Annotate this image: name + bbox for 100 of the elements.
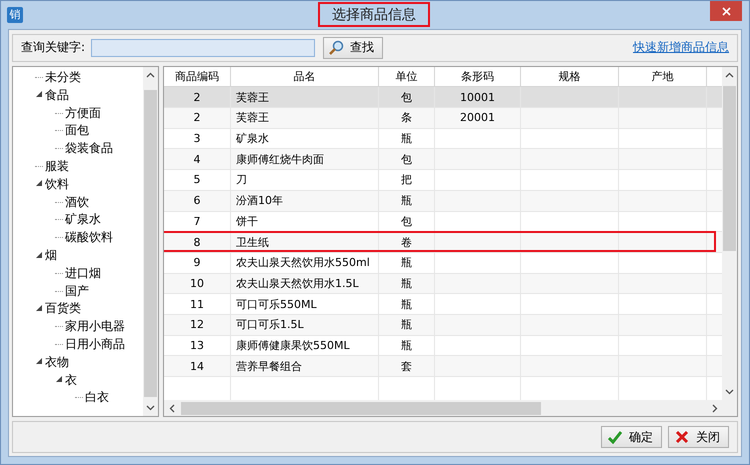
table-cell: 6 bbox=[194, 194, 200, 208]
tree-item[interactable]: 未分类 bbox=[45, 69, 81, 86]
scroll-up-icon[interactable] bbox=[146, 72, 155, 78]
table-cell: 9 bbox=[194, 256, 200, 270]
table-cell: 12 bbox=[190, 318, 204, 332]
expanded-icon[interactable] bbox=[36, 180, 42, 188]
table-cell: 饼干 bbox=[236, 214, 258, 229]
close-button[interactable] bbox=[710, 1, 742, 21]
expanded-icon[interactable] bbox=[36, 252, 42, 260]
tree-item[interactable]: 食品 bbox=[45, 86, 69, 104]
scroll-up-icon[interactable] bbox=[725, 72, 734, 78]
scroll-down-icon[interactable] bbox=[146, 404, 155, 410]
window-title: 选择商品信息 bbox=[318, 2, 430, 27]
table-cell: 7 bbox=[194, 214, 200, 228]
table-cell: 芙蓉王 bbox=[236, 110, 269, 126]
search-button[interactable]: 查找 bbox=[323, 36, 384, 59]
table-cell: 瓶 bbox=[401, 317, 412, 332]
scroll-left-icon[interactable] bbox=[168, 404, 174, 412]
table-row[interactable]: 10 农夫山泉天然饮用水1.5L 瓶 bbox=[164, 274, 722, 294]
table-cell: 8 bbox=[194, 236, 200, 249]
table-cell: 农夫山泉天然饮用水550ml bbox=[236, 255, 370, 270]
tree-item[interactable]: 白衣 bbox=[85, 389, 109, 406]
tree-item[interactable]: 百货类 bbox=[45, 300, 81, 318]
table-cell: 10 bbox=[190, 276, 204, 290]
column-header[interactable]: 商品编码 bbox=[164, 66, 231, 88]
table-cell: 套 bbox=[401, 358, 412, 374]
column-header[interactable]: 条形码 bbox=[435, 66, 521, 88]
tree-item[interactable]: 面包 bbox=[65, 122, 89, 140]
table-cell: 刀 bbox=[236, 172, 247, 188]
table-cell: 瓶 bbox=[401, 255, 412, 270]
tree-item[interactable]: 家用小电器 bbox=[65, 318, 125, 336]
search-icon bbox=[328, 40, 344, 56]
expanded-icon[interactable] bbox=[36, 304, 42, 313]
table-cell: 4 bbox=[194, 152, 200, 166]
ok-button[interactable]: 确定 bbox=[601, 426, 662, 448]
column-header[interactable]: 产地 bbox=[619, 66, 707, 88]
vertical-scrollbar[interactable] bbox=[143, 66, 158, 416]
table-cell: 矿泉水 bbox=[236, 131, 269, 146]
tree-item[interactable]: 进口烟 bbox=[65, 264, 101, 282]
search-label: 查询关键字: bbox=[21, 39, 86, 56]
table-cell: 包 bbox=[401, 90, 412, 105]
table-row[interactable]: 14 营养早餐组合 套 bbox=[164, 356, 722, 377]
column-header[interactable]: 品名 bbox=[231, 66, 379, 88]
table-row[interactable]: 6 汾酒10年 瓶 bbox=[164, 190, 722, 212]
table-cell: 卷 bbox=[401, 234, 412, 250]
tree-item[interactable]: 衣 bbox=[65, 372, 77, 389]
tree-item[interactable]: 服装 bbox=[45, 158, 69, 176]
table-cell: 汾酒10年 bbox=[236, 193, 283, 208]
column-header[interactable]: 规格 bbox=[521, 66, 619, 88]
expanded-icon[interactable] bbox=[36, 91, 42, 100]
table-cell: 11 bbox=[190, 298, 204, 311]
tree-item[interactable]: 袋装食品 bbox=[65, 140, 113, 158]
expanded-icon[interactable] bbox=[36, 358, 42, 366]
close-icon bbox=[722, 6, 730, 16]
scroll-right-icon[interactable] bbox=[712, 404, 718, 412]
tree-item[interactable]: 烟 bbox=[45, 247, 57, 264]
table-cell: 瓶 bbox=[401, 338, 412, 353]
table-cell: 14 bbox=[190, 360, 204, 373]
table-cell: 20001 bbox=[460, 111, 495, 124]
table-cell: 营养早餐组合 bbox=[236, 358, 302, 374]
close-button[interactable]: 关闭 bbox=[668, 426, 729, 448]
table-cell: 可口可乐550ML bbox=[236, 296, 317, 312]
tree-item[interactable]: 日用小商品 bbox=[65, 336, 125, 354]
table-cell: 农夫山泉天然饮用水1.5L bbox=[236, 276, 359, 291]
table-row[interactable]: 2 芙蓉王 包 10001 bbox=[164, 87, 722, 108]
table-cell: 2 bbox=[194, 111, 200, 124]
table-cell: 康师傅红烧牛肉面 bbox=[236, 152, 324, 167]
keyword-field[interactable] bbox=[91, 38, 316, 57]
table-cell: 10001 bbox=[460, 90, 495, 104]
table-cell: 瓶 bbox=[401, 131, 412, 146]
table-cell: 可口可乐1.5L bbox=[236, 317, 304, 332]
scroll-down-icon[interactable] bbox=[725, 388, 734, 394]
tree-item[interactable]: 衣物 bbox=[45, 354, 69, 371]
tree-item[interactable]: 方便面 bbox=[65, 104, 101, 122]
add-product-link[interactable]: 快速新增商品信息 bbox=[633, 39, 729, 56]
expanded-icon[interactable] bbox=[56, 376, 62, 384]
table-cell: 包 bbox=[401, 214, 412, 229]
table-row[interactable]: 12 可口可乐1.5L 瓶 bbox=[164, 314, 722, 336]
check-icon bbox=[608, 430, 622, 444]
app-logo: 销 bbox=[7, 6, 23, 23]
table-cell: 瓶 bbox=[401, 276, 412, 291]
table-cell: 康师傅健康果饮550ML bbox=[236, 338, 350, 353]
table-row[interactable]: 2 芙蓉王 条 20001 bbox=[164, 108, 722, 129]
table-row[interactable]: 4 康师傅红烧牛肉面 包 bbox=[164, 149, 722, 170]
table-cell: 2 bbox=[194, 90, 200, 104]
table-cell: 芙蓉王 bbox=[236, 90, 269, 105]
tree-item[interactable]: 酒饮 bbox=[65, 194, 89, 211]
tree-item[interactable]: 碳酸饮料 bbox=[65, 229, 113, 246]
column-header[interactable]: 单位 bbox=[379, 66, 435, 88]
tree-item[interactable]: 国产 bbox=[65, 282, 89, 300]
table-cell: 13 bbox=[190, 338, 204, 352]
table-cell: 卫生纸 bbox=[236, 234, 269, 250]
table-cell: 把 bbox=[401, 172, 412, 188]
table-cell: 条 bbox=[401, 110, 412, 126]
tree-item[interactable]: 饮料 bbox=[45, 176, 69, 193]
table-cell: 包 bbox=[401, 152, 412, 167]
close-icon bbox=[675, 430, 689, 444]
tree-item[interactable]: 矿泉水 bbox=[65, 211, 101, 228]
table-cell: 瓶 bbox=[401, 193, 412, 208]
table-cell: 5 bbox=[194, 173, 200, 186]
